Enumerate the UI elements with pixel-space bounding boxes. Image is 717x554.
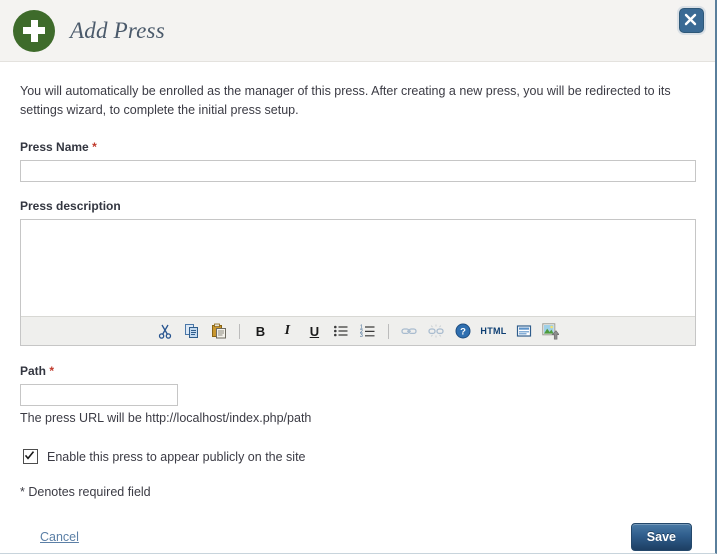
html-source-icon[interactable]: HTML — [480, 321, 506, 341]
add-press-modal: Add Press You will automatically be enro… — [0, 0, 717, 554]
italic-label: I — [284, 323, 291, 338]
press-name-input[interactable] — [20, 160, 696, 182]
press-description-label: Press description — [20, 199, 121, 213]
rich-text-editor: B I U 1 2 3 ? HTML — [20, 219, 696, 346]
denotes-required-note: * Denotes required field — [20, 485, 151, 499]
modal-body: You will automatically be enrolled as th… — [0, 62, 715, 499]
unlink-icon[interactable] — [426, 321, 446, 341]
modal-footer: Cancel Save — [0, 523, 715, 551]
press-name-label-text: Press Name — [20, 140, 89, 154]
image-upload-icon[interactable] — [541, 321, 561, 341]
editor-toolbar: B I U 1 2 3 ? HTML — [21, 316, 695, 345]
panel-icon[interactable] — [514, 321, 534, 341]
press-name-label: Press Name * — [20, 140, 693, 154]
press-description-field-group: Press description B I U 1 2 3 ? HTML — [20, 199, 696, 346]
enable-public-checkbox[interactable] — [23, 449, 38, 464]
path-input[interactable] — [20, 384, 178, 406]
page-title: Add Press — [70, 17, 165, 43]
paste-icon[interactable] — [209, 321, 229, 341]
cut-icon[interactable] — [155, 321, 175, 341]
underline-label: U — [309, 323, 320, 339]
bold-label: B — [255, 323, 266, 339]
cancel-link[interactable]: Cancel — [40, 530, 79, 544]
path-helper-text: The press URL will be http://localhost/i… — [20, 411, 312, 425]
plus-circle-icon — [13, 9, 55, 52]
bullet-list-icon[interactable] — [331, 321, 351, 341]
close-icon[interactable] — [679, 8, 704, 33]
copy-icon[interactable] — [182, 321, 202, 341]
html-label: HTML — [480, 326, 507, 336]
path-label: Path * — [20, 364, 693, 378]
help-icon[interactable]: ? — [453, 321, 473, 341]
enable-public-label: Enable this press to appear publicly on … — [47, 449, 306, 464]
numbered-list-icon[interactable]: 1 2 3 — [358, 321, 378, 341]
path-field-group: Path * The press URL will be http://loca… — [20, 364, 693, 425]
enable-public-row: Enable this press to appear publicly on … — [20, 449, 693, 464]
svg-text:3: 3 — [360, 333, 363, 339]
press-description-textarea[interactable] — [21, 220, 695, 316]
bold-icon[interactable]: B — [250, 321, 270, 341]
required-marker: * — [49, 364, 55, 378]
save-button[interactable]: Save — [630, 523, 692, 551]
path-label-text: Path — [20, 364, 47, 378]
underline-icon[interactable]: U — [304, 321, 324, 341]
svg-text:?: ? — [460, 327, 466, 338]
link-icon[interactable] — [399, 321, 419, 341]
required-marker: * — [92, 140, 97, 154]
toolbar-separator — [239, 323, 241, 339]
modal-header: Add Press — [0, 0, 715, 62]
press-name-field-group: Press Name * — [20, 140, 696, 182]
toolbar-separator — [388, 323, 390, 339]
italic-icon[interactable]: I — [277, 321, 297, 341]
intro-text: You will automatically be enrolled as th… — [20, 84, 671, 117]
